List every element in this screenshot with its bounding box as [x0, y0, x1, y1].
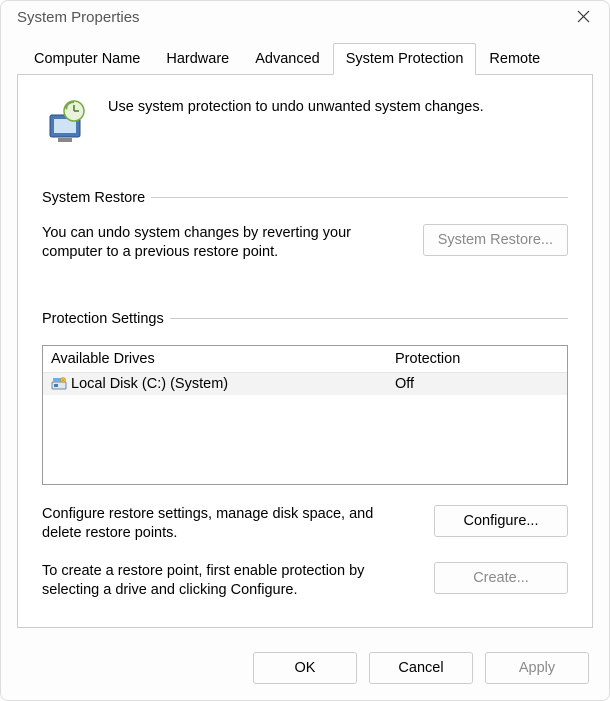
drives-list: Available Drives Protection	[42, 345, 568, 485]
drives-header: Available Drives Protection	[43, 346, 567, 373]
create-button: Create...	[434, 562, 568, 594]
system-properties-window: System Properties Computer Name Hardware…	[0, 0, 610, 701]
intro-row: Use system protection to undo unwanted s…	[42, 97, 568, 150]
divider	[170, 318, 568, 319]
titlebar: System Properties	[1, 1, 609, 34]
system-protection-icon	[42, 97, 90, 150]
configure-button[interactable]: Configure...	[434, 505, 568, 537]
drive-protection: Off	[395, 376, 414, 392]
create-desc: To create a restore point, first enable …	[42, 562, 416, 601]
tab-advanced[interactable]: Advanced	[242, 43, 333, 75]
drive-icon	[51, 377, 67, 391]
tab-computer-name[interactable]: Computer Name	[21, 43, 153, 75]
group-title-restore: System Restore	[42, 190, 145, 206]
group-protection-settings: Protection Settings Available Drives Pro…	[42, 311, 568, 609]
cancel-button[interactable]: Cancel	[369, 652, 473, 684]
tab-remote[interactable]: Remote	[476, 43, 553, 75]
intro-text: Use system protection to undo unwanted s…	[108, 97, 484, 115]
divider	[151, 197, 568, 198]
ok-button[interactable]: OK	[253, 652, 357, 684]
drive-row[interactable]: Local Disk (C:) (System) Off	[43, 373, 567, 395]
tabstrip: Computer Name Hardware Advanced System P…	[17, 42, 593, 75]
col-available-drives[interactable]: Available Drives	[43, 346, 387, 372]
configure-desc: Configure restore settings, manage disk …	[42, 505, 416, 544]
system-restore-button: System Restore...	[423, 224, 568, 256]
tab-hardware[interactable]: Hardware	[153, 43, 242, 75]
apply-button: Apply	[485, 652, 589, 684]
group-system-restore: System Restore You can undo system chang…	[42, 190, 568, 271]
tab-system-protection[interactable]: System Protection	[333, 43, 477, 75]
close-icon[interactable]	[567, 8, 599, 26]
dialog-footer: OK Cancel Apply	[1, 640, 609, 700]
tab-content: Use system protection to undo unwanted s…	[17, 75, 593, 628]
dialog-body: Computer Name Hardware Advanced System P…	[1, 34, 609, 640]
restore-desc: You can undo system changes by reverting…	[42, 224, 405, 263]
group-title-settings: Protection Settings	[42, 311, 164, 327]
window-title: System Properties	[17, 9, 140, 26]
drive-name: Local Disk (C:) (System)	[71, 376, 228, 392]
col-protection[interactable]: Protection	[387, 346, 567, 372]
